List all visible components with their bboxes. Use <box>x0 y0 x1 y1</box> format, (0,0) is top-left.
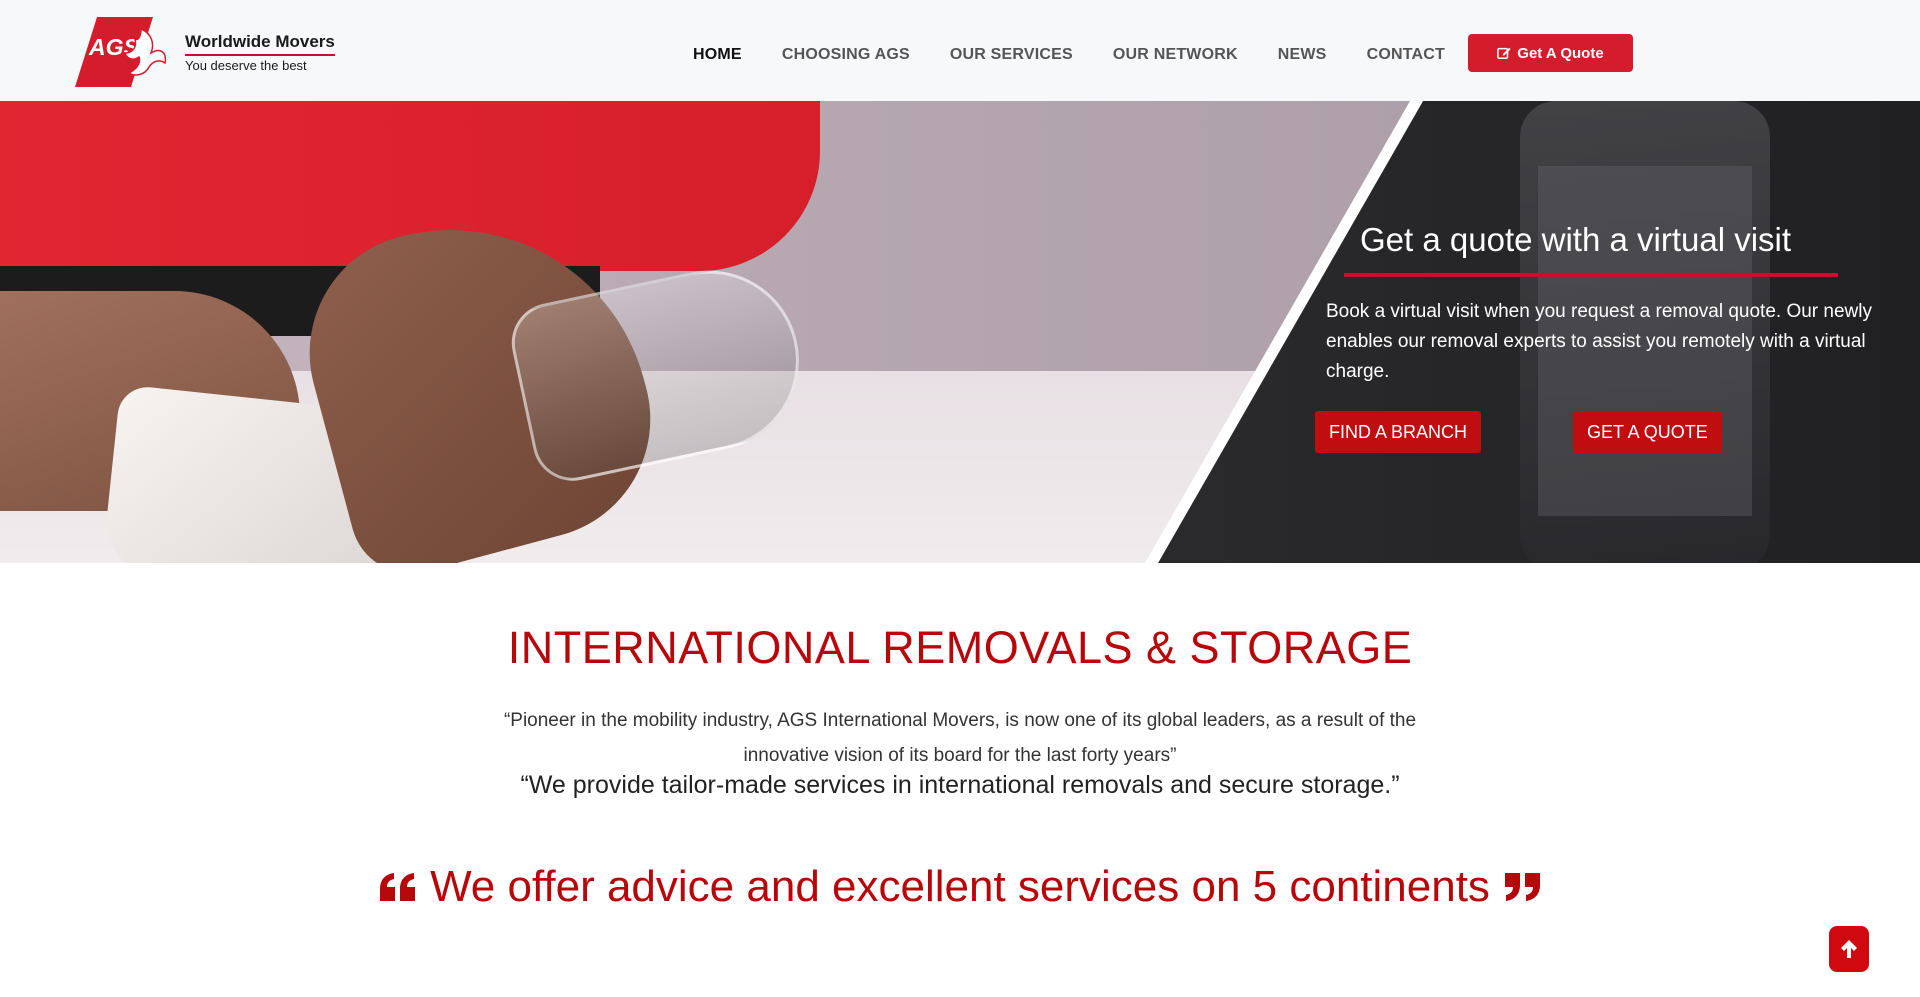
get-a-quote-label: Get A Quote <box>1517 44 1604 62</box>
quote-open-icon <box>380 873 416 901</box>
nav-our-network[interactable]: OUR NETWORK <box>1113 46 1238 64</box>
page-title: INTERNATIONAL REMOVALS & STORAGE <box>507 622 1413 673</box>
logo[interactable]: AGS Worldwide Movers You deserve the bes… <box>75 17 335 87</box>
edit-icon <box>1497 47 1511 60</box>
hero-title: Get a quote with a virtual visit <box>1344 221 1838 277</box>
brand-tagline: You deserve the best <box>185 57 307 73</box>
nav-choosing-ags[interactable]: CHOOSING AGS <box>782 46 910 64</box>
nav-home[interactable]: HOME <box>693 46 742 64</box>
site-header: AGS Worldwide Movers You deserve the bes… <box>0 0 1920 101</box>
hero-banner: Get a quote with a virtual visit Book a … <box>0 101 1920 563</box>
hero-description-line: enables our removal experts to assist yo… <box>1326 331 1866 352</box>
hero-description-line: Book a virtual visit when you request a … <box>1326 301 1872 322</box>
get-a-quote-button[interactable]: Get A Quote <box>1468 34 1633 72</box>
quote-close-icon <box>1504 873 1540 901</box>
find-a-branch-button[interactable]: FIND A BRANCH <box>1315 411 1482 453</box>
hero-buttons: FIND A BRANCH GET A QUOTE <box>1315 411 1920 453</box>
company-quote: “Pioneer in the mobility industry, AGS I… <box>503 710 1417 766</box>
scroll-to-top-button[interactable] <box>1829 926 1869 972</box>
main-nav: HOME CHOOSING AGS OUR SERVICES OUR NETWO… <box>693 46 1485 64</box>
arrow-up-icon <box>1841 940 1857 958</box>
nav-contact[interactable]: CONTACT <box>1367 46 1445 64</box>
ags-logo-icon: AGS <box>75 17 175 87</box>
tagline-row: We offer advice and excellent services o… <box>0 862 1920 912</box>
hero-content: Get a quote with a virtual visit Book a … <box>1315 221 1920 453</box>
hero-description-line: charge. <box>1326 361 1390 382</box>
brand-name: Worldwide Movers <box>185 32 335 56</box>
logo-text: Worldwide Movers You deserve the best <box>185 32 335 73</box>
nav-our-services[interactable]: OUR SERVICES <box>950 46 1073 64</box>
hero-description: Book a virtual visit when you request a … <box>1326 297 1920 387</box>
tagline-text: We offer advice and excellent services o… <box>430 862 1490 911</box>
nav-news[interactable]: NEWS <box>1278 46 1327 64</box>
services-quote: “We provide tailor-made services in inte… <box>520 771 1400 799</box>
hero-get-a-quote-button[interactable]: GET A QUOTE <box>1573 411 1722 453</box>
